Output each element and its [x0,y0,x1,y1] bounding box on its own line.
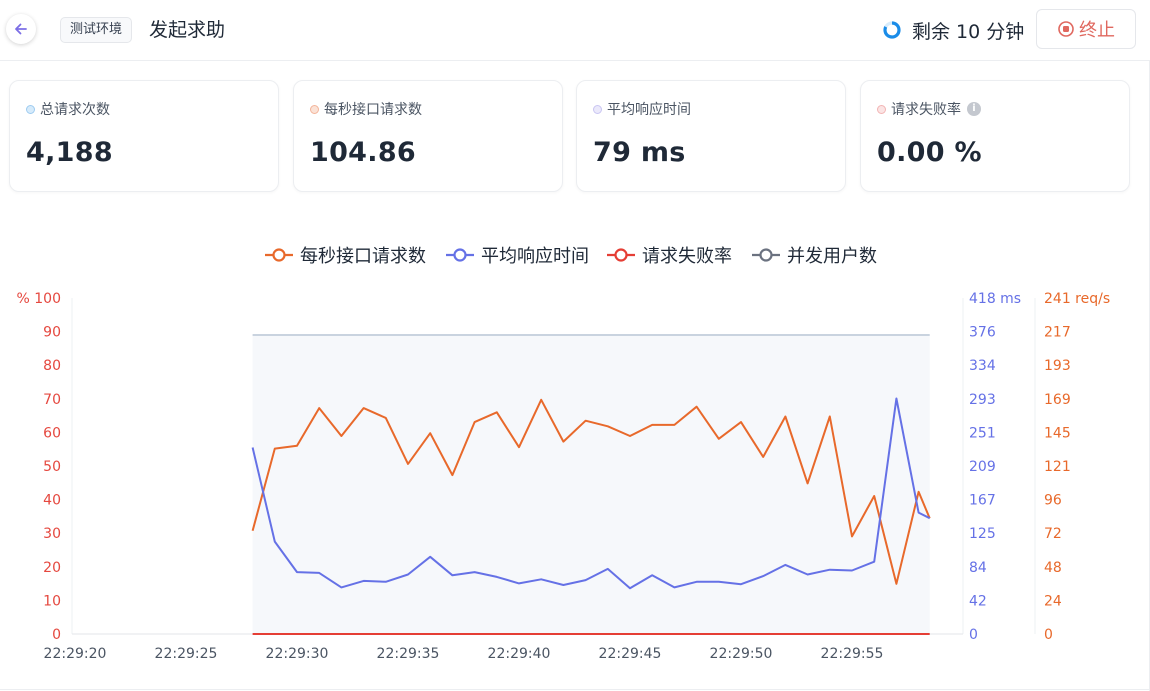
stat-label: 平均响应时间 [607,102,691,118]
y-tick-ms: 167 [969,493,996,509]
stat-label: 请求失败率 [891,102,961,118]
y-tick-pct: 0 [52,627,61,643]
y-tick-pct: 50 [43,459,61,475]
page-title: 发起求助 [149,19,226,41]
y-tick-req: 96 [1044,493,1062,509]
stat-card-rps: 每秒接口请求数 104.86 [293,80,563,192]
legend-marker [272,248,286,262]
y-tick-pct: % 100 [17,291,61,307]
status-dot [310,104,319,114]
y-tick-ms: 42 [969,593,987,609]
status-dot [593,104,602,114]
stat-value: 79 ms [593,137,686,168]
y-tick-req: 241 req/s [1044,291,1110,307]
env-badge: 测试环境 [60,17,133,43]
y-tick-req: 169 [1044,392,1071,408]
y-tick-pct: 70 [43,392,61,408]
x-tick: 22:29:40 [488,646,551,662]
stat-value: 0.00 % [877,137,982,168]
status-dot [877,104,886,114]
y-tick-pct: 10 [43,593,61,609]
x-tick: 22:29:35 [377,646,440,662]
y-tick-req: 48 [1044,560,1062,576]
legend-label: 每秒接口请求数 [300,246,426,267]
legend-marker [453,248,467,262]
stat-card-failure-rate: 请求失败率 i 0.00 % [860,80,1130,192]
y-tick-pct: 80 [43,358,61,374]
y-tick-ms: 418 ms [969,291,1021,307]
performance-chart: 每秒接口请求数 平均响应时间 请求失败率 并发用户数 % 100 418 ms 241 re… [17,246,1111,662]
y-tick-pct: 30 [43,526,61,542]
x-tick: 22:29:50 [710,646,773,662]
x-tick: 22:29:20 [44,646,107,662]
remaining-time: 剩余 10 分钟 [882,17,1024,43]
x-tick: 22:29:30 [266,646,329,662]
y-tick-ms: 334 [969,358,996,374]
x-tick: 22:29:45 [599,646,662,662]
stat-card-avg-response: 平均响应时间 79 ms [576,80,846,192]
back-button[interactable] [6,14,36,44]
remaining-label: 剩余 10 分钟 [912,20,1025,43]
stat-value: 104.86 [310,137,416,168]
y-tick-req: 121 [1044,459,1071,475]
x-tick: 22:29:25 [155,646,218,662]
progress-ring-icon [883,21,901,39]
legend-marker [614,248,628,262]
y-tick-req: 72 [1044,526,1062,542]
y-tick-ms: 125 [969,526,996,542]
arrow-left-icon [15,23,27,35]
y-tick-ms: 293 [969,392,996,408]
stat-label: 每秒接口请求数 [324,102,422,118]
bottom-divider [0,689,1150,690]
y-tick-req: 0 [1044,627,1053,643]
y-tick-ms: 209 [969,459,996,475]
y-tick-ms: 0 [969,627,978,643]
stat-label: 总请求次数 [40,102,110,118]
stop-icon [1058,21,1074,37]
x-tick: 22:29:55 [821,646,884,662]
y-tick-req: 24 [1044,593,1062,609]
header-divider [0,60,1150,61]
y-tick-ms: 251 [969,425,996,441]
info-icon[interactable]: i [967,102,981,116]
stat-card-total-requests: 总请求次数 4,188 [9,80,279,192]
legend-marker [759,248,773,262]
stop-button[interactable]: 终止 [1036,9,1136,49]
y-tick-req: 193 [1044,358,1071,374]
stat-value: 4,188 [26,137,113,168]
y-tick-pct: 20 [43,560,61,576]
y-tick-pct: 40 [43,493,61,509]
status-dot [26,104,35,114]
users-area [252,334,930,634]
y-tick-ms: 84 [969,560,987,576]
y-tick-ms: 376 [969,325,996,341]
header: 测试环境 发起求助 剩余 10 分钟 终止 [0,0,1150,60]
legend-label: 请求失败率 [642,246,732,267]
stop-label: 终止 [1079,20,1115,41]
y-tick-pct: 90 [43,325,61,341]
legend-label: 并发用户数 [787,246,877,267]
legend-label: 平均响应时间 [481,246,589,267]
y-tick-pct: 60 [43,425,61,441]
y-tick-req: 145 [1044,425,1071,441]
y-tick-req: 217 [1044,325,1071,341]
